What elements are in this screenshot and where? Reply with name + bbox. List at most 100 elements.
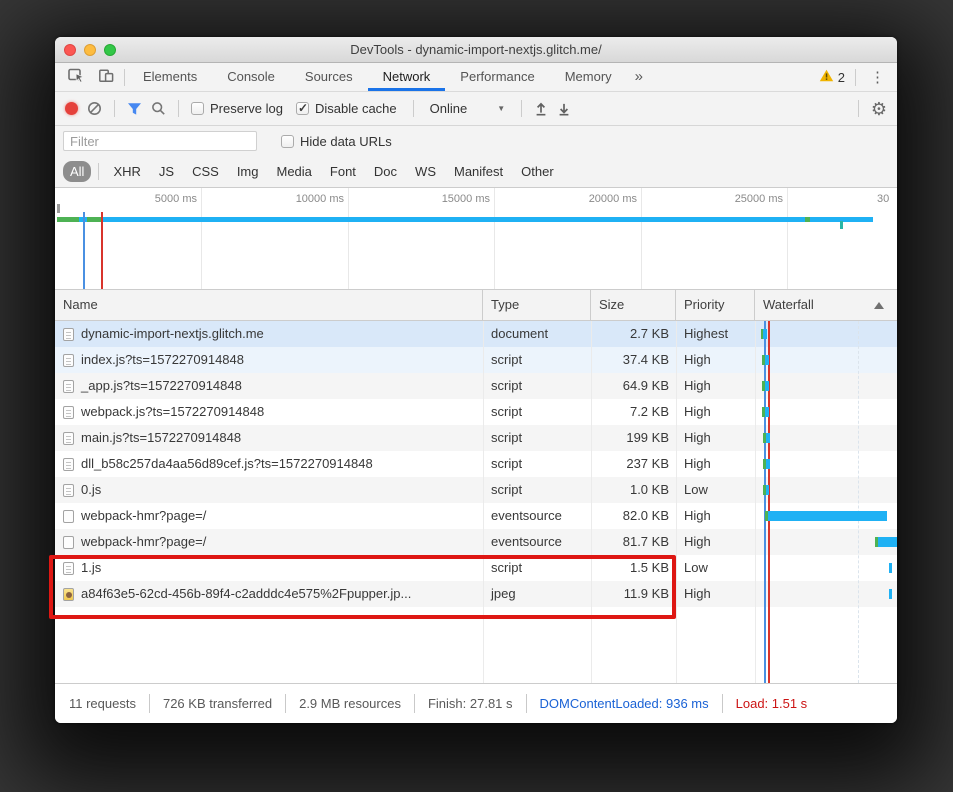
waterfall-bar xyxy=(763,329,767,339)
request-size-cell: 37.4 KB xyxy=(622,352,669,367)
table-row[interactable]: a84f63e5-62cd-456b-89f4-c2adddc4e575%2Fp… xyxy=(55,581,897,607)
filter-pill-css[interactable]: CSS xyxy=(185,161,226,182)
status-bar: 11 requests 726 KB transferred 2.9 MB reso… xyxy=(55,683,897,723)
table-row[interactable]: webpack-hmr?page=/ eventsource 82.0 KB High xyxy=(55,503,897,529)
request-priority-cell: High xyxy=(684,534,711,549)
request-name: 1.js xyxy=(81,560,102,575)
request-type-cell: script xyxy=(491,430,523,445)
dcl-marker-line xyxy=(764,321,766,683)
waterfall-bar xyxy=(768,511,887,521)
upload-icon xyxy=(536,102,546,116)
request-waterfall-cell xyxy=(755,555,897,581)
record-network-log-button[interactable] xyxy=(65,102,78,115)
table-row[interactable]: 1.js script 1.5 KB Low xyxy=(55,555,897,581)
request-priority-cell: High xyxy=(684,404,711,419)
request-waterfall-cell xyxy=(755,477,897,503)
devtools-menu-button[interactable]: ⋮ xyxy=(866,68,889,86)
waterfall-bar xyxy=(889,589,892,599)
tab-memory[interactable]: Memory xyxy=(550,63,627,91)
column-divider xyxy=(483,321,484,683)
timeline-gridline xyxy=(494,188,495,289)
filter-pill-font[interactable]: Font xyxy=(323,161,363,182)
request-waterfall-cell xyxy=(755,321,897,347)
request-priority-cell: High xyxy=(684,378,711,393)
filter-pill-ws[interactable]: WS xyxy=(408,161,443,182)
tab-elements[interactable]: Elements xyxy=(128,63,212,91)
request-size-cell: 7.2 KB xyxy=(629,404,669,419)
tab-console[interactable]: Console xyxy=(212,63,290,91)
filter-pill-media[interactable]: Media xyxy=(269,161,318,182)
tab-performance[interactable]: Performance xyxy=(445,63,549,91)
inspect-element-button[interactable] xyxy=(61,63,91,91)
filter-pill-other[interactable]: Other xyxy=(514,161,561,182)
divider xyxy=(285,694,287,713)
clear-network-log-button[interactable] xyxy=(87,101,102,116)
device-toolbar-button[interactable] xyxy=(91,63,121,91)
tab-sources[interactable]: Sources xyxy=(290,63,368,91)
request-name: main.js?ts=1572270914848 xyxy=(81,430,242,445)
filter-pill-img[interactable]: Img xyxy=(230,161,266,182)
table-row[interactable]: _app.js?ts=1572270914848 script 64.9 KB Hig… xyxy=(55,373,897,399)
request-size-cell: 237 KB xyxy=(626,456,669,471)
throttling-value: Online xyxy=(429,101,468,116)
request-priority-cell: High xyxy=(684,430,711,445)
hide-data-urls-checkbox[interactable] xyxy=(281,134,294,148)
filter-pill-doc[interactable]: Doc xyxy=(367,161,404,182)
table-row[interactable]: webpack.js?ts=1572270914848 script 7.2 KB H… xyxy=(55,399,897,425)
network-settings-gear-icon[interactable]: ⚙ xyxy=(871,100,887,118)
waterfall-bar xyxy=(889,563,892,573)
column-header-priority[interactable]: Priority xyxy=(676,290,755,320)
filter-input[interactable] xyxy=(63,131,257,151)
inspect-cursor-icon xyxy=(67,67,85,88)
request-name: dll_b58c257da4aa56d89cef.js?ts=157227091… xyxy=(81,456,373,471)
column-header-name[interactable]: Name xyxy=(55,290,483,320)
network-overview-timeline[interactable]: 5000 ms 10000 ms 15000 ms 20000 ms 25000 ms 3… xyxy=(55,188,897,290)
status-item: 726 KB transferred xyxy=(162,696,273,711)
filter-toggle-button[interactable] xyxy=(127,102,142,116)
request-size-cell: 81.7 KB xyxy=(622,534,669,549)
disable-cache-control: Disable cache xyxy=(295,101,401,116)
divider xyxy=(114,100,115,117)
table-row[interactable]: dll_b58c257da4aa56d89cef.js?ts=157227091… xyxy=(55,451,897,477)
timeline-tick-label: 15000 ms xyxy=(441,193,490,205)
request-name-cell: webpack-hmr?page=/ xyxy=(55,503,483,529)
column-header-size[interactable]: Size xyxy=(591,290,676,320)
divider xyxy=(525,694,527,713)
script-file-icon xyxy=(63,431,74,445)
tab-strip: Elements Console Sources Network Performance… xyxy=(128,63,627,91)
column-divider xyxy=(676,321,677,683)
request-name-cell: index.js?ts=1572270914848 xyxy=(55,347,483,373)
filter-pill-manifest[interactable]: Manifest xyxy=(447,161,510,182)
table-row[interactable]: index.js?ts=1572270914848 script 37.4 KB Hi… xyxy=(55,347,897,373)
overview-waterfall-segment xyxy=(805,217,810,222)
request-priority-cell: Low xyxy=(684,560,708,575)
timeline-gridline xyxy=(348,188,349,289)
table-row[interactable]: dynamic-import-nextjs.glitch.me document 2… xyxy=(55,321,897,347)
column-header-waterfall[interactable]: Waterfall xyxy=(755,290,897,320)
request-name-cell: main.js?ts=1572270914848 xyxy=(55,425,483,451)
table-row[interactable]: main.js?ts=1572270914848 script 199 KB High xyxy=(55,425,897,451)
divider xyxy=(857,100,859,117)
request-priority-cell: High xyxy=(684,352,711,367)
table-row[interactable]: 0.js script 1.0 KB Low xyxy=(55,477,897,503)
throttling-dropdown[interactable]: Online ▼ xyxy=(426,101,510,116)
table-row[interactable]: webpack-hmr?page=/ eventsource 81.7 KB High xyxy=(55,529,897,555)
clear-icon xyxy=(88,102,101,115)
issues-warning-badge[interactable]: 2 xyxy=(819,69,845,85)
filter-pill-xhr[interactable]: XHR xyxy=(106,161,147,182)
search-button[interactable] xyxy=(151,101,166,116)
filter-pill-all[interactable]: All xyxy=(63,161,92,182)
filter-pill-js[interactable]: JS xyxy=(152,161,181,182)
export-har-button[interactable] xyxy=(557,101,571,116)
tab-network[interactable]: Network xyxy=(367,63,446,91)
download-icon xyxy=(559,103,569,116)
divider xyxy=(521,100,523,117)
request-name-cell: dll_b58c257da4aa56d89cef.js?ts=157227091… xyxy=(55,451,483,477)
hide-data-urls-label: Hide data URLs xyxy=(300,133,392,149)
funnel-icon xyxy=(128,102,141,115)
more-tabs-button[interactable]: » xyxy=(627,63,651,91)
import-har-button[interactable] xyxy=(534,101,548,116)
preserve-log-checkbox[interactable] xyxy=(191,102,204,115)
column-header-type[interactable]: Type xyxy=(483,290,591,320)
disable-cache-checkbox[interactable] xyxy=(295,101,309,115)
